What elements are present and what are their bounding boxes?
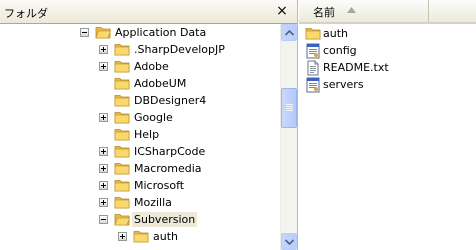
folder-tree: Application Data .SharpDevelopJP Adobe A… (0, 24, 280, 250)
tree-item-label: DBDesigner4 (134, 94, 207, 107)
folder-icon (133, 229, 149, 243)
folder-pane-title: フォルダ (4, 7, 48, 20)
file-item[interactable]: auth (305, 26, 465, 42)
name-column-header[interactable]: 名前 (299, 0, 429, 22)
expand-icon[interactable] (99, 147, 108, 156)
expand-icon[interactable] (118, 232, 127, 241)
folder-icon (114, 110, 130, 124)
arrow-up-icon (284, 29, 294, 36)
tree-item[interactable]: Mozilla (0, 194, 280, 211)
tree-item[interactable]: .SharpDevelopJP (0, 41, 280, 58)
folder-icon (114, 93, 130, 107)
expand-icon[interactable] (99, 45, 108, 54)
file-item[interactable]: servers (305, 77, 465, 93)
file-list-pane: 名前 auth config README.txt servers (299, 0, 476, 250)
folder-icon (95, 25, 112, 39)
tree-item-label: Google (134, 111, 173, 124)
tree-item[interactable]: Application Data (0, 24, 280, 41)
expand-icon[interactable] (99, 198, 108, 207)
tree-item[interactable]: Google (0, 109, 280, 126)
tree-item[interactable]: Adobe (0, 58, 280, 75)
expand-icon[interactable] (99, 113, 108, 122)
scrollbar-thumb[interactable] (281, 88, 297, 128)
folder-icon (114, 59, 130, 73)
folder-icon (114, 127, 130, 141)
folder-tree-pane: フォルダ × Application Data .SharpDevelopJP … (0, 0, 298, 250)
expand-icon[interactable] (99, 62, 108, 71)
folder-icon (114, 161, 130, 175)
folder-pane-header: フォルダ × (0, 0, 297, 24)
tree-item-label: Macromedia (134, 162, 202, 175)
file-item[interactable]: config (305, 43, 465, 59)
folder-icon (305, 26, 321, 42)
collapse-icon[interactable] (99, 215, 108, 224)
tree-item-label: .SharpDevelopJP (134, 43, 225, 56)
file-name: servers (323, 78, 364, 91)
tree-item-label: AdobeUM (134, 77, 187, 90)
tree-item[interactable]: Macromedia (0, 160, 280, 177)
tree-item[interactable]: Help (0, 126, 280, 143)
file-item[interactable]: README.txt (305, 60, 465, 76)
tree-item[interactable]: DBDesigner4 (0, 92, 280, 109)
tree-item[interactable]: Subversion (0, 211, 280, 228)
scroll-down-button[interactable] (281, 233, 297, 250)
tree-item-label: Application Data (115, 26, 207, 39)
tree-item[interactable]: Microsoft (0, 177, 280, 194)
file-name: auth (323, 27, 348, 40)
folder-icon (114, 76, 130, 90)
arrow-down-icon (284, 238, 294, 245)
tree-item[interactable]: AdobeUM (0, 75, 280, 92)
column-header-bar: 名前 (299, 0, 476, 24)
tree-item[interactable]: ICSharpCode (0, 143, 280, 160)
expand-icon[interactable] (99, 164, 108, 173)
vertical-scrollbar[interactable] (280, 24, 297, 250)
folder-icon (114, 178, 130, 192)
text-file-icon (305, 60, 321, 76)
name-column-label: 名前 (313, 6, 335, 19)
tree-item-label: Help (134, 128, 160, 141)
tree-item-label: Adobe (134, 60, 169, 73)
tree-item-label: ICSharpCode (134, 145, 206, 158)
sort-ascending-icon (347, 7, 356, 13)
folder-icon (114, 195, 130, 209)
collapse-icon[interactable] (80, 28, 89, 37)
folder-icon (114, 212, 131, 226)
file-name: config (323, 44, 357, 57)
scroll-up-button[interactable] (281, 24, 297, 41)
close-icon: × (276, 3, 288, 19)
folder-icon (114, 144, 130, 158)
tree-item[interactable]: auth (0, 228, 280, 245)
config-file-icon (305, 43, 321, 59)
close-pane-button[interactable]: × (273, 2, 291, 20)
file-name: README.txt (323, 61, 389, 74)
tree-item-label: Microsoft (134, 179, 185, 192)
tree-item-label: auth (153, 230, 178, 243)
config-file-icon (305, 77, 321, 93)
folder-icon (114, 42, 130, 56)
tree-item-label: Subversion (132, 212, 198, 227)
expand-icon[interactable] (99, 181, 108, 190)
tree-item-label: Mozilla (134, 196, 172, 209)
